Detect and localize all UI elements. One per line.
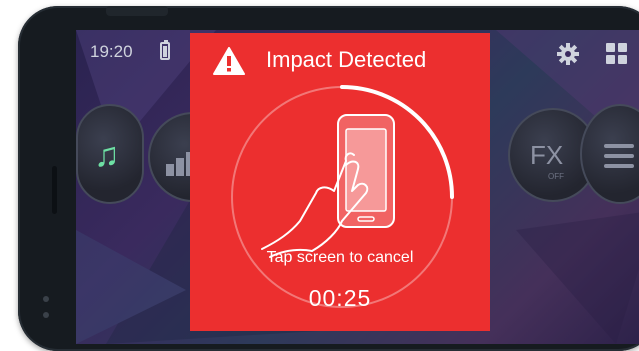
phone-power-button bbox=[106, 6, 168, 16]
cancel-instruction: Tap screen to cancel bbox=[266, 249, 414, 266]
hand-tapping-phone-illustration bbox=[261, 114, 395, 258]
countdown-timer: 00:25 bbox=[308, 285, 372, 311]
status-time: 19:20 bbox=[90, 42, 133, 61]
battery-icon bbox=[160, 40, 170, 60]
phone-sensor-dot bbox=[43, 312, 49, 318]
alert-title: Impact Detected bbox=[266, 47, 427, 72]
fx-state: OFF bbox=[548, 172, 564, 181]
gear-icon[interactable] bbox=[556, 42, 580, 66]
fx-label: FX bbox=[530, 140, 564, 170]
countdown-dial bbox=[231, 85, 454, 308]
impact-alert-overlay[interactable]: Impact Detected Tap screen to cancel 00:… bbox=[190, 33, 490, 331]
grid-icon[interactable] bbox=[606, 43, 628, 65]
music-note-icon: ♫ bbox=[94, 136, 120, 174]
music-button[interactable]: ♫ bbox=[76, 104, 144, 204]
phone-sensor-dot bbox=[43, 296, 49, 302]
phone-side-button bbox=[52, 166, 57, 214]
warning-triangle-icon bbox=[213, 47, 245, 75]
